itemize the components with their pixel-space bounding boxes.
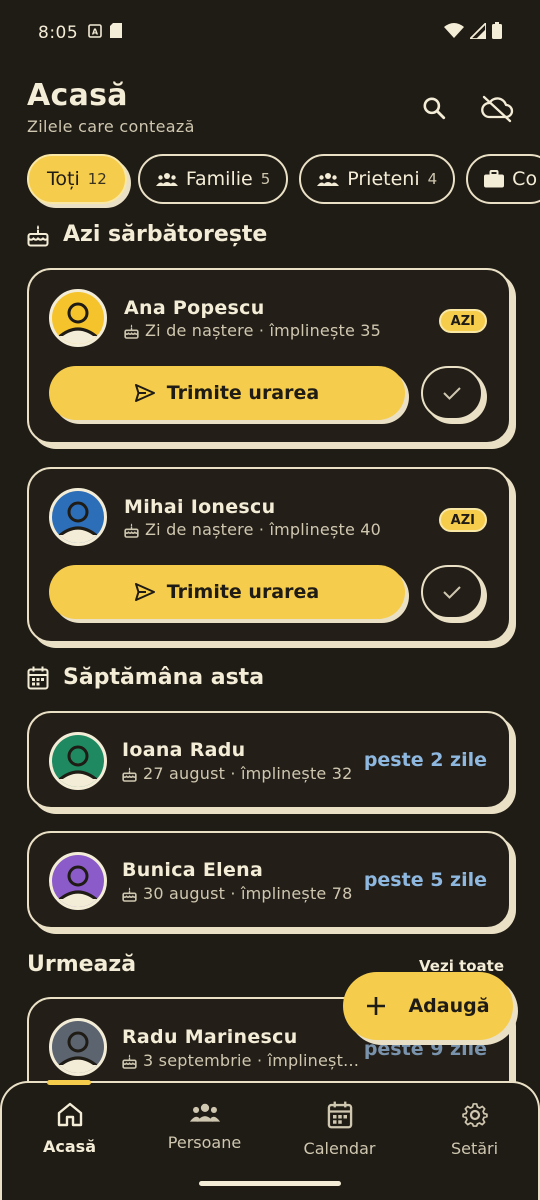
filter-chips: Toți 12 Familie 5 Prieteni 4 Co — [27, 154, 540, 204]
today-card[interactable]: Ana Popescu Zi de naștere · împlinește 3… — [27, 268, 511, 444]
week-card[interactable]: Bunica Elena 30 august · împlinește 78 p… — [27, 831, 511, 929]
person-name: Mihai Ionescu — [124, 496, 276, 518]
add-person-button[interactable]: Adaugă — [343, 972, 513, 1040]
mark-done-button[interactable] — [421, 565, 483, 619]
avatar — [49, 1018, 107, 1076]
avatar — [49, 488, 107, 546]
send-wish-label: Trimite urarea — [166, 382, 320, 404]
status-time: 8:05 — [38, 23, 79, 43]
section-label: Urmează — [27, 952, 137, 977]
chip-count: 12 — [87, 170, 107, 188]
send-wish-label: Trimite urarea — [166, 581, 320, 603]
chip-all[interactable]: Toți 12 — [27, 154, 127, 204]
person-name: Radu Marinescu — [122, 1026, 298, 1048]
chip-label: Toți — [47, 168, 80, 190]
status-bar: 8:05 A — [0, 0, 540, 66]
week-card[interactable]: Ioana Radu 27 august · împlinește 32 pes… — [27, 711, 511, 809]
chip-family[interactable]: Familie 5 — [137, 154, 289, 204]
sync-off-button[interactable] — [479, 90, 515, 126]
cake-icon — [122, 886, 137, 902]
chip-label: Prieteni — [347, 168, 420, 190]
settings-icon — [461, 1103, 488, 1127]
person-name: Ana Popescu — [124, 297, 265, 319]
search-button[interactable] — [416, 90, 452, 126]
today-badge: AZI — [438, 309, 487, 333]
chip-count: 5 — [260, 170, 271, 188]
calendar-icon — [327, 1101, 352, 1129]
search-icon — [423, 97, 446, 120]
person-name: Ioana Radu — [122, 739, 246, 761]
nav-home[interactable]: Acasă — [2, 1101, 137, 1156]
keyboard-notification-icon: A — [88, 23, 102, 43]
nav-label: Acasă — [43, 1137, 96, 1156]
person-detail: Zi de naștere · împlinește 40 — [124, 520, 381, 539]
chip-count: 4 — [427, 170, 438, 188]
section-upcoming-title: Urmează — [27, 952, 136, 977]
section-label: Săptămâna asta — [63, 665, 265, 690]
nav-calendar[interactable]: Calendar — [272, 1101, 407, 1158]
cake-icon — [124, 323, 139, 339]
nav-label: Setări — [450, 1139, 499, 1158]
section-label: Azi sărbătorește — [63, 222, 268, 247]
group-icon — [155, 173, 178, 186]
sd-card-icon — [110, 23, 123, 43]
chip-friends[interactable]: Prieteni 4 — [299, 154, 456, 204]
nav-people[interactable]: Persoane — [137, 1101, 272, 1152]
today-card[interactable]: Mihai Ionescu Zi de naștere · împlinește… — [27, 467, 511, 643]
people-icon — [189, 1103, 220, 1122]
countdown-label: peste 9 zile — [363, 1038, 487, 1060]
signal-icon — [467, 20, 487, 44]
cake-icon — [124, 522, 139, 538]
send-icon — [134, 583, 155, 601]
chip-colleagues[interactable]: Co — [466, 154, 540, 204]
nav-label: Calendar — [303, 1139, 376, 1158]
countdown-label: peste 2 zile — [363, 749, 487, 771]
section-week-title: Săptămâna asta — [27, 665, 264, 690]
nav-settings[interactable]: Setări — [407, 1101, 540, 1158]
section-today-title: Azi sărbătorește — [27, 222, 267, 247]
plus-icon — [367, 997, 386, 1015]
send-wish-button[interactable]: Trimite urarea — [49, 366, 405, 420]
cake-icon — [27, 224, 49, 246]
check-icon — [443, 586, 461, 599]
avatar — [49, 852, 107, 910]
avatar — [49, 732, 107, 790]
person-detail: Zi de naștere · împlinește 35 — [124, 321, 381, 340]
person-name: Bunica Elena — [122, 859, 264, 881]
person-detail: 27 august · împlinește 32 — [122, 764, 353, 783]
nav-label: Persoane — [167, 1133, 242, 1152]
gesture-home-indicator[interactable] — [199, 1181, 341, 1186]
battery-icon — [492, 22, 502, 44]
add-label: Adaugă — [408, 995, 490, 1017]
countdown-label: peste 5 zile — [363, 869, 487, 891]
calendar-icon — [27, 666, 49, 689]
person-detail: 30 august · împlinește 78 — [122, 884, 353, 903]
today-badge: AZI — [438, 508, 487, 532]
briefcase-icon — [484, 170, 505, 188]
cloud-off-icon — [481, 95, 514, 123]
app-header: Acasă Zilele care contează — [27, 78, 517, 148]
home-icon — [57, 1102, 82, 1127]
check-icon — [443, 387, 461, 400]
wifi-icon — [444, 22, 464, 44]
cake-icon — [122, 766, 137, 782]
send-wish-button[interactable]: Trimite urarea — [49, 565, 405, 619]
cake-icon — [122, 1053, 137, 1069]
chip-label: Familie — [185, 168, 253, 190]
active-tab-indicator — [47, 1080, 91, 1085]
avatar — [49, 289, 107, 347]
person-detail: 3 septembrie · împlineșt… — [122, 1051, 359, 1070]
group-icon — [317, 173, 340, 186]
svg-text:A: A — [92, 28, 99, 37]
send-icon — [134, 384, 155, 402]
chip-label: Co — [512, 168, 538, 190]
mark-done-button[interactable] — [421, 366, 483, 420]
